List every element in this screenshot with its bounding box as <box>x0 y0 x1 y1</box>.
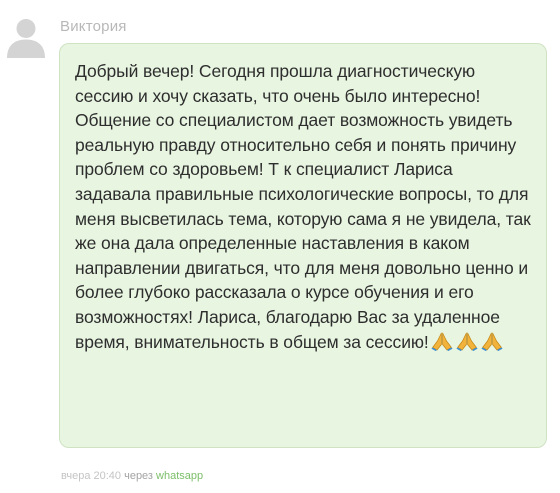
folded-hands-icon <box>431 332 453 351</box>
message-body: Добрый вечер! Сегодня прошла диагностиче… <box>75 59 532 357</box>
emoji-row <box>431 331 506 358</box>
author-name: Виктория <box>60 18 127 35</box>
message-time: вчера 20:40 <box>61 470 122 482</box>
review-card: Виктория Добрый вечер! Сегодня прошла ди… <box>0 0 560 493</box>
channel-link[interactable]: whatsapp <box>156 470 203 482</box>
user-silhouette-icon <box>7 19 45 58</box>
message-bubble: Добрый вечер! Сегодня прошла диагностиче… <box>59 43 547 448</box>
message-text: Добрый вечер! Сегодня прошла диагностиче… <box>75 61 531 352</box>
message-meta: вчера 20:40 через whatsapp <box>61 470 203 482</box>
folded-hands-icon <box>456 332 478 351</box>
via-label: через <box>124 470 153 482</box>
folded-hands-icon <box>481 332 503 351</box>
